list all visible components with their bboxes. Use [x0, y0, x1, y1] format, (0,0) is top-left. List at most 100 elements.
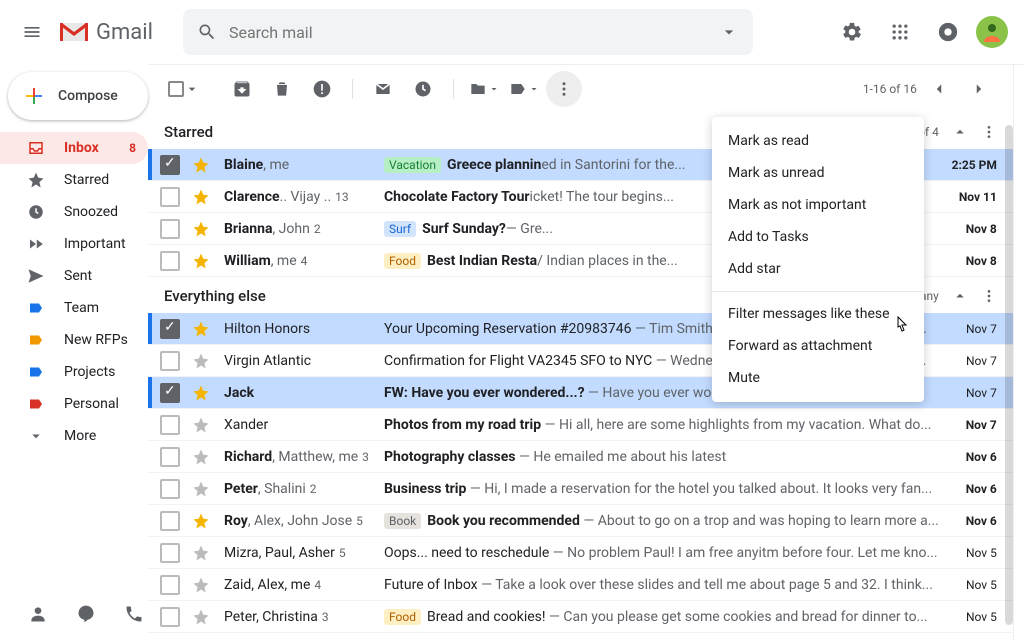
menu-item-filter-messages-like-these[interactable]: Filter messages like these — [712, 298, 924, 330]
row-checkbox[interactable] — [160, 415, 180, 435]
label-icon — [26, 330, 46, 350]
nav-item-team[interactable]: Team — [0, 292, 148, 324]
mail-row[interactable]: Richard, Matthew, me3Photography classes… — [148, 441, 1013, 473]
phone-icon[interactable] — [124, 604, 144, 624]
menu-item-mute[interactable]: Mute — [712, 362, 924, 394]
section-more-icon[interactable] — [981, 124, 997, 140]
notifications-button[interactable] — [928, 12, 968, 52]
labels-button[interactable] — [506, 71, 542, 107]
scrollbar[interactable] — [1005, 125, 1013, 625]
nav-item-important[interactable]: Important — [0, 228, 148, 260]
nav-item-starred[interactable]: Starred — [0, 164, 148, 196]
account-avatar[interactable] — [976, 16, 1008, 48]
row-checkbox[interactable] — [160, 187, 180, 207]
menu-item-mark-as-unread[interactable]: Mark as unread — [712, 157, 924, 189]
side-panel — [1013, 65, 1024, 640]
star-toggle[interactable] — [192, 352, 212, 370]
star-toggle[interactable] — [192, 384, 212, 402]
row-checkbox[interactable] — [160, 351, 180, 371]
gmail-logo[interactable]: Gmail — [60, 20, 153, 45]
select-all-checkbox[interactable] — [164, 81, 204, 97]
spam-button[interactable] — [304, 71, 340, 107]
sender: Blaine, me — [224, 157, 384, 173]
row-checkbox[interactable] — [160, 251, 180, 271]
mail-row[interactable]: Roy, Alex, John Jose5BookBook you recomm… — [148, 505, 1013, 537]
toolbar: 1-16 of 16 — [148, 65, 1013, 113]
search-options-icon[interactable] — [719, 22, 739, 42]
subject: Photography classes — He emailed me abou… — [384, 449, 939, 465]
mail-row[interactable]: Mizra, Paul, Asher5Oops... need to resch… — [148, 537, 1013, 569]
person-icon[interactable] — [28, 604, 48, 624]
menu-item-forward-as-attachment[interactable]: Forward as attachment — [712, 330, 924, 362]
main-menu-button[interactable] — [8, 8, 56, 56]
mail-row[interactable]: Zaid, Alex, me4Future of Inbox — Take a … — [148, 569, 1013, 601]
snooze-button[interactable] — [405, 71, 441, 107]
collapse-icon[interactable] — [951, 287, 969, 305]
collapse-icon[interactable] — [951, 123, 969, 141]
next-page-button[interactable] — [961, 71, 997, 107]
star-icon — [26, 170, 46, 190]
star-toggle[interactable] — [192, 576, 212, 594]
row-checkbox[interactable] — [160, 219, 180, 239]
nav-item-personal[interactable]: Personal — [0, 388, 148, 420]
compose-label: Compose — [58, 88, 118, 104]
move-to-button[interactable] — [466, 71, 502, 107]
subject: Business trip — Hi, I made a reservation… — [384, 481, 939, 497]
star-toggle[interactable] — [192, 448, 212, 466]
star-toggle[interactable] — [192, 156, 212, 174]
section-more-icon[interactable] — [981, 288, 997, 304]
menu-item-add-star[interactable]: Add star — [712, 253, 924, 285]
hangouts-icon[interactable] — [76, 604, 96, 624]
row-checkbox[interactable] — [160, 319, 180, 339]
settings-button[interactable] — [832, 12, 872, 52]
search-bar[interactable] — [183, 9, 753, 55]
sidebar: Compose Inbox8StarredSnoozedImportantSen… — [0, 64, 148, 640]
mark-read-button[interactable] — [365, 71, 401, 107]
menu-item-mark-as-read[interactable]: Mark as read — [712, 125, 924, 157]
row-checkbox[interactable] — [160, 447, 180, 467]
search-icon — [197, 22, 217, 42]
more-button[interactable] — [546, 71, 582, 107]
label-tag: Food — [384, 609, 421, 625]
archive-button[interactable] — [224, 71, 260, 107]
sender: Brianna, John2 — [224, 221, 384, 237]
nav-item-snoozed[interactable]: Snoozed — [0, 196, 148, 228]
row-checkbox[interactable] — [160, 575, 180, 595]
row-checkbox[interactable] — [160, 479, 180, 499]
star-toggle[interactable] — [192, 252, 212, 270]
star-toggle[interactable] — [192, 480, 212, 498]
delete-button[interactable] — [264, 71, 300, 107]
menu-item-add-to-tasks[interactable]: Add to Tasks — [712, 221, 924, 253]
star-toggle[interactable] — [192, 416, 212, 434]
row-checkbox[interactable] — [160, 607, 180, 627]
mail-row[interactable]: Peter, Christina3FoodBread and cookies! … — [148, 601, 1013, 633]
star-toggle[interactable] — [192, 188, 212, 206]
sender: Jack — [224, 385, 384, 401]
row-checkbox[interactable] — [160, 155, 180, 175]
sidebar-footer — [0, 592, 148, 640]
date: Nov 5 — [947, 578, 997, 592]
row-checkbox[interactable] — [160, 543, 180, 563]
star-toggle[interactable] — [192, 320, 212, 338]
mail-list: 1-16 of 16 Starred1-4 of 4Blaine, meVaca… — [148, 65, 1013, 640]
prev-page-button[interactable] — [921, 71, 957, 107]
star-toggle[interactable] — [192, 220, 212, 238]
star-toggle[interactable] — [192, 544, 212, 562]
nav-item-new-rfps[interactable]: New RFPs — [0, 324, 148, 356]
search-input[interactable] — [229, 23, 719, 42]
mail-row[interactable]: XanderPhotos from my road trip — Hi all,… — [148, 409, 1013, 441]
star-toggle[interactable] — [192, 512, 212, 530]
sender: Virgin Atlantic — [224, 353, 384, 369]
star-toggle[interactable] — [192, 608, 212, 626]
mail-row[interactable]: Peter, Shalini2Business trip — Hi, I mad… — [148, 473, 1013, 505]
nav-item-inbox[interactable]: Inbox8 — [0, 132, 148, 164]
row-checkbox[interactable] — [160, 511, 180, 531]
row-checkbox[interactable] — [160, 383, 180, 403]
sender: Roy, Alex, John Jose5 — [224, 513, 384, 529]
apps-button[interactable] — [880, 12, 920, 52]
menu-item-mark-as-not-important[interactable]: Mark as not important — [712, 189, 924, 221]
nav-item-projects[interactable]: Projects — [0, 356, 148, 388]
nav-item-more[interactable]: More — [0, 420, 148, 452]
compose-button[interactable]: Compose — [8, 72, 148, 120]
nav-item-sent[interactable]: Sent — [0, 260, 148, 292]
